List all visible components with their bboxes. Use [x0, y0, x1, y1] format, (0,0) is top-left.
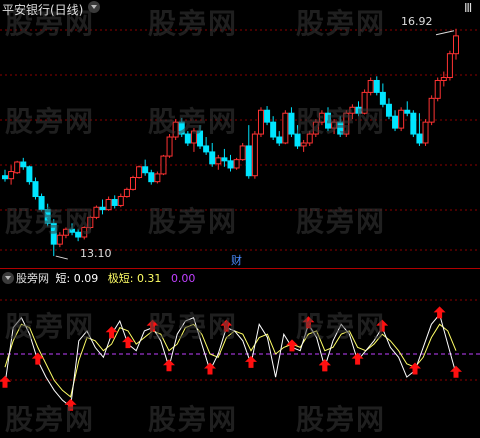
high-price-value: 16.92	[401, 15, 433, 28]
candle-body	[453, 35, 459, 55]
buy-arrow-icon	[450, 365, 462, 378]
candle-body	[282, 112, 289, 144]
watermark: 股旁网	[296, 205, 387, 238]
watermark: 股旁网	[148, 7, 239, 40]
buy-arrow-icon	[0, 375, 11, 388]
candle-body	[142, 166, 149, 174]
high-pointer	[435, 30, 455, 36]
candle-body	[2, 175, 8, 180]
long-label: 极短:	[107, 272, 134, 285]
candle-body	[136, 166, 143, 178]
buy-arrow-icon	[204, 362, 216, 375]
buy-arrow-icon	[409, 362, 421, 375]
finance-badge[interactable]: 财	[231, 252, 242, 268]
indicator-name[interactable]: 股旁网	[16, 272, 49, 285]
candle-body	[288, 112, 295, 135]
long-value: 0.31	[136, 272, 162, 285]
candle-body	[276, 136, 283, 144]
candle-body	[428, 97, 435, 123]
candle-body	[446, 53, 453, 79]
low-price-value: 13.10	[80, 247, 112, 260]
watermark: 股旁网	[148, 310, 239, 343]
watermark: 股旁网	[5, 205, 96, 238]
candle-body	[385, 103, 392, 117]
low-pointer	[55, 255, 68, 260]
watermark: 股旁网	[5, 403, 96, 436]
candle-body	[227, 160, 234, 169]
short-value: 0.09	[73, 272, 99, 285]
candle-body	[416, 133, 423, 144]
low-price-label: 13.10	[80, 247, 112, 260]
candle-body	[215, 157, 222, 165]
candle-body	[300, 142, 307, 147]
candle-body	[251, 133, 258, 177]
candle-body	[440, 77, 447, 81]
candle-body	[8, 171, 15, 180]
candle-body	[99, 206, 106, 211]
watermark: 股旁网	[296, 310, 387, 343]
window-title: 平安银行(日线)	[2, 3, 84, 17]
candle-body	[123, 188, 130, 198]
candle-body	[398, 109, 405, 129]
buy-arrow-icon	[433, 306, 446, 319]
candle-body	[373, 79, 380, 93]
candle-body	[264, 109, 271, 123]
watermark: 股旁网	[148, 205, 239, 238]
short-label: 短:	[55, 272, 71, 285]
watermark: 股旁网	[296, 403, 387, 436]
candle-body	[270, 121, 277, 138]
candle-body	[129, 176, 136, 190]
candle-body	[154, 173, 161, 183]
candle-body	[14, 161, 21, 174]
watermark: 股旁网	[296, 105, 387, 138]
candle-body	[233, 159, 240, 169]
layout-icon[interactable]: Ⅲ	[464, 1, 472, 15]
candle-body	[160, 155, 167, 175]
candle-body	[32, 181, 39, 198]
chevron-down-icon[interactable]	[88, 1, 100, 13]
buy-arrow-icon	[245, 355, 257, 368]
candle-body	[203, 145, 210, 153]
high-price-label: 16.92	[401, 15, 433, 28]
candle-body	[26, 166, 33, 183]
candle-body	[392, 115, 399, 129]
watermark: 股旁网	[296, 7, 387, 40]
candle-body	[422, 121, 429, 144]
watermark: 股旁网	[148, 403, 239, 436]
watermark: 股旁网	[5, 105, 96, 138]
candle-body	[404, 109, 411, 114]
chevron-down-icon[interactable]	[2, 272, 14, 284]
candle-body	[245, 145, 252, 177]
panel-divider	[0, 268, 480, 269]
candle-body	[221, 157, 228, 162]
candle-body	[117, 196, 124, 206]
watermark: 股旁网	[5, 310, 96, 343]
watermark: 股旁网	[148, 105, 239, 138]
candle-body	[239, 145, 246, 161]
candle-body	[148, 172, 155, 183]
candle-body	[257, 109, 264, 135]
zero-value: 0.00	[170, 272, 196, 285]
buy-arrow-icon	[163, 359, 175, 372]
candle-body	[434, 79, 441, 99]
candle-body	[105, 199, 112, 211]
indicator-header: 股旁网 短: 0.09 极短: 0.31 0.00	[0, 270, 195, 286]
candle-body	[20, 161, 27, 168]
candle-body	[410, 112, 417, 135]
candle-body	[367, 79, 374, 93]
candle-body	[209, 151, 216, 165]
buy-arrow-icon	[318, 359, 331, 372]
candle-body	[111, 199, 118, 206]
